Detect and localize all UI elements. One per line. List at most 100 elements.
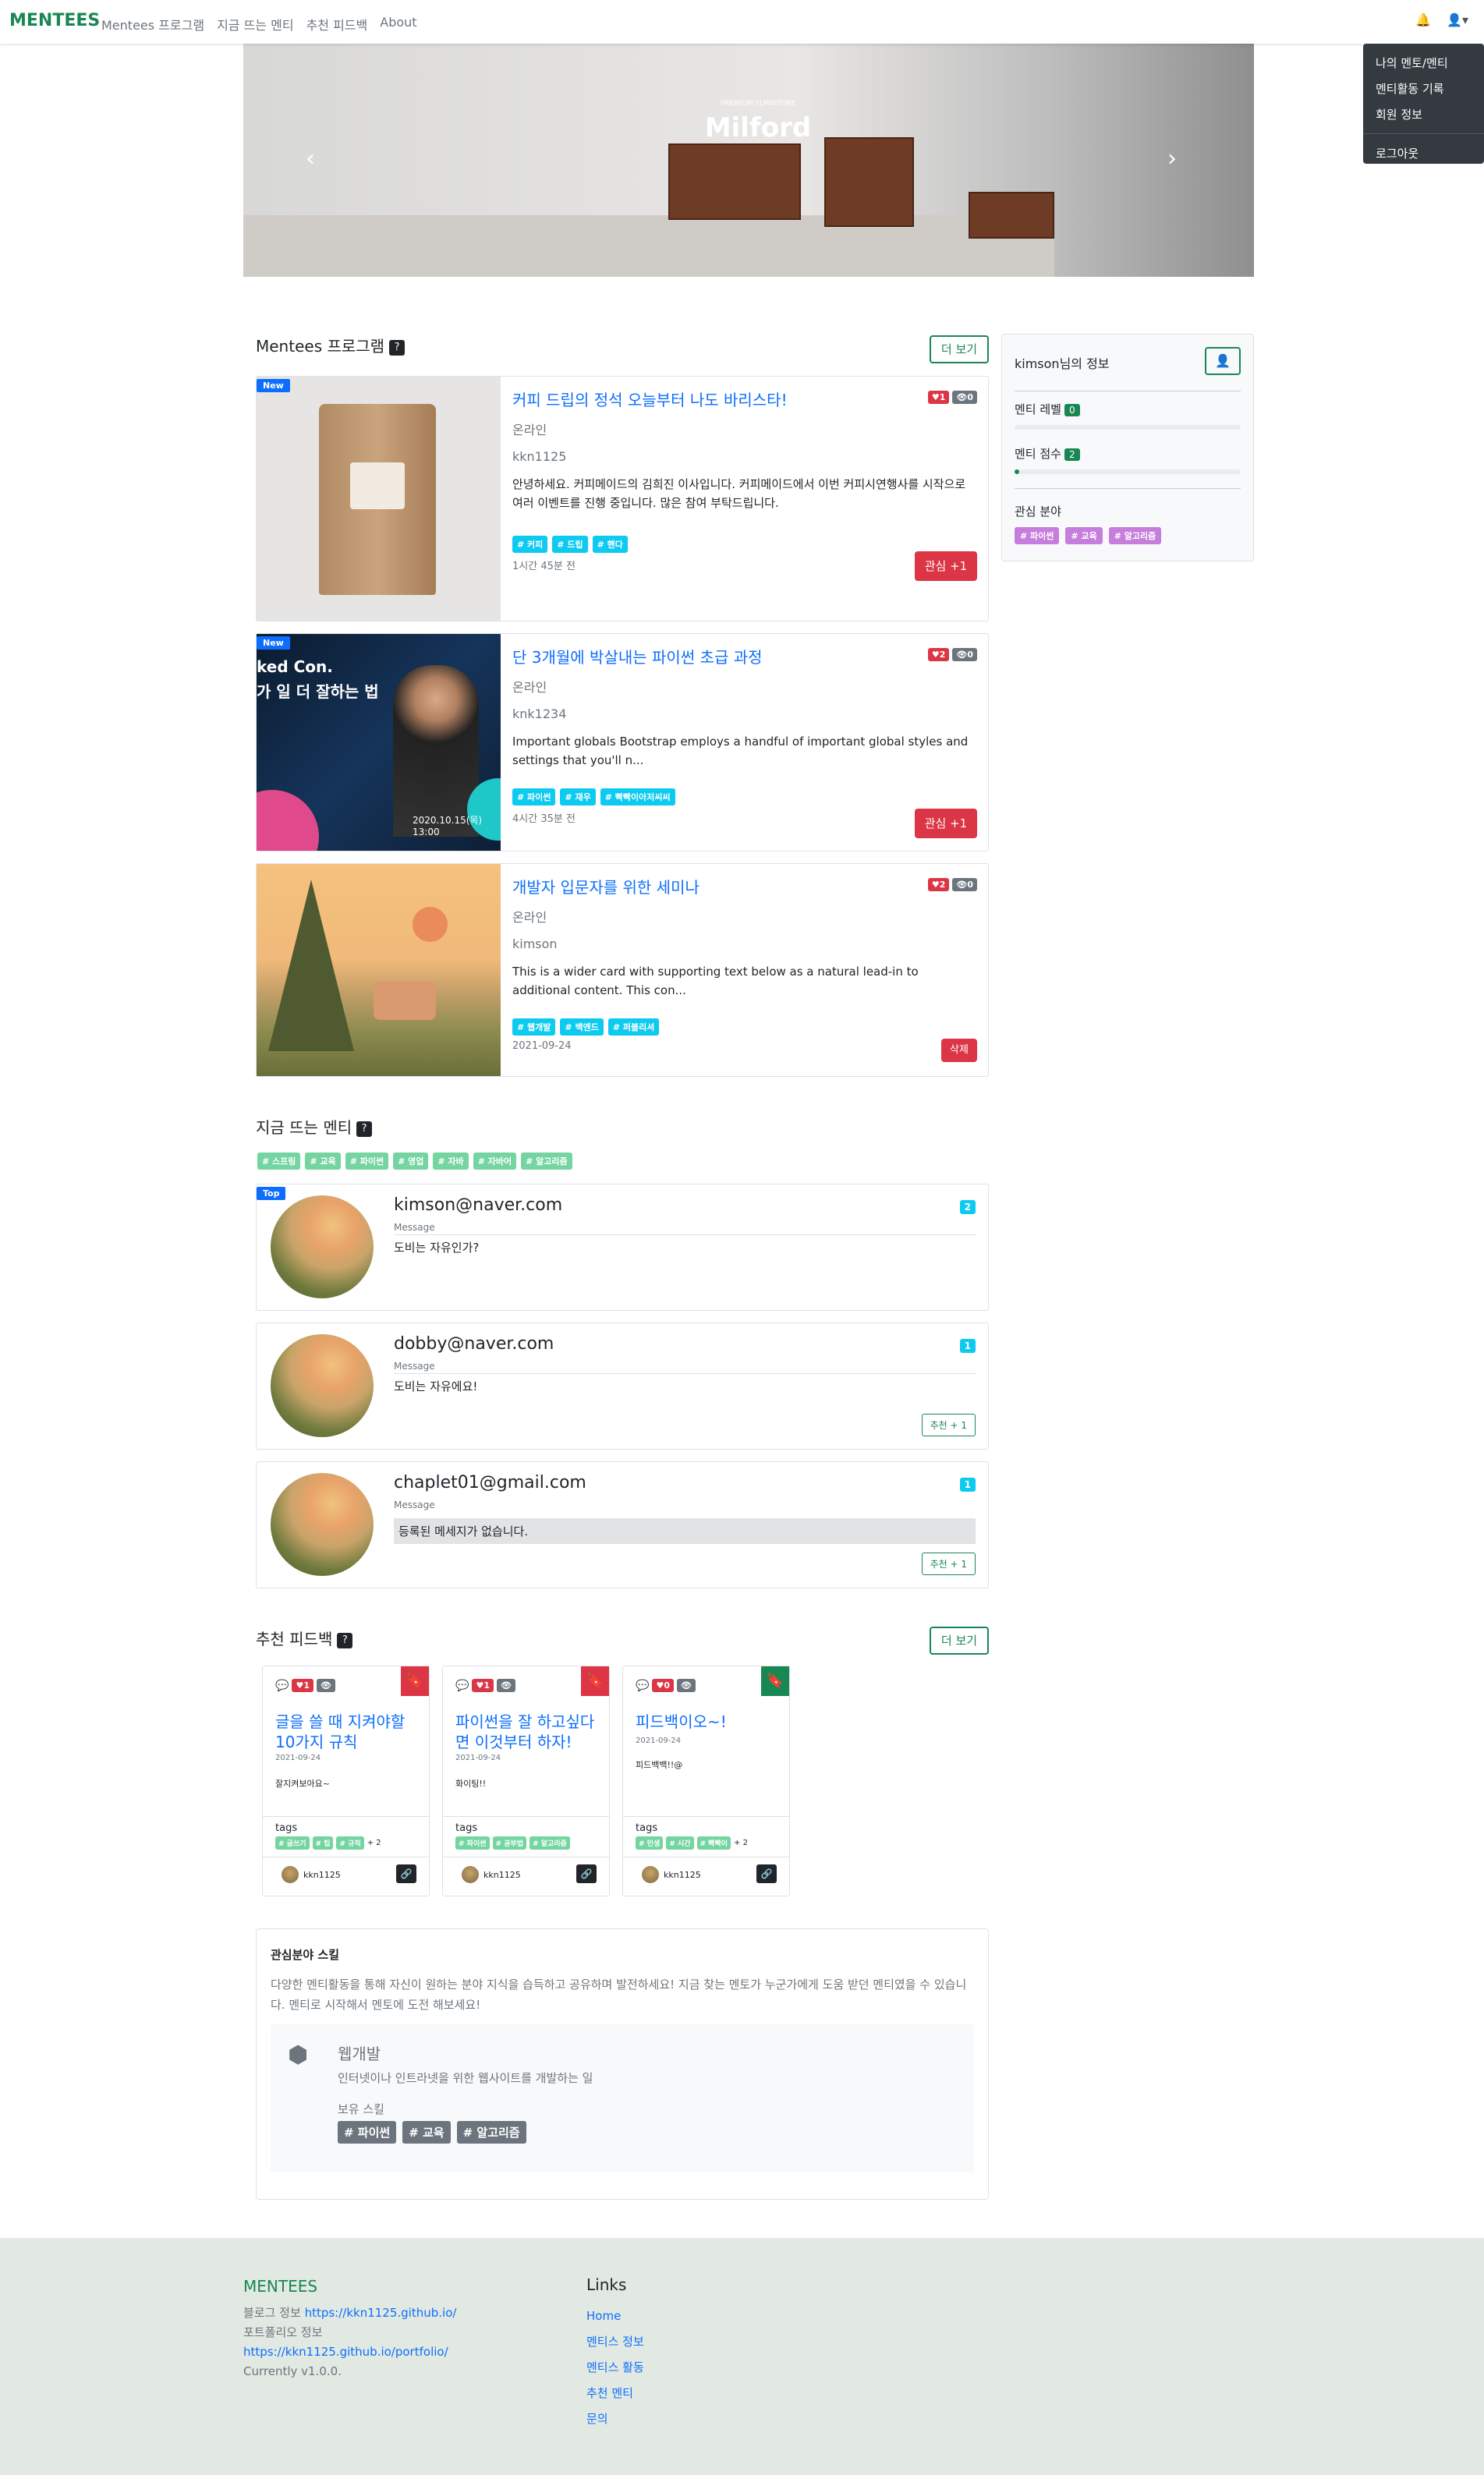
message-divider bbox=[394, 1234, 976, 1235]
program-card[interactable]: New ♥1 👁0 커피 드립의 정석 오늘부터 나도 바리스타! 온라인 kk… bbox=[256, 376, 989, 621]
program-title[interactable]: 단 3개월에 박살내는 파이썬 초급 과정 bbox=[512, 645, 977, 667]
tag[interactable]: # 커피 bbox=[512, 536, 548, 553]
help-icon[interactable]: ? bbox=[356, 1121, 373, 1137]
menu-item-activity[interactable]: 멘티활동 기록 bbox=[1363, 76, 1484, 101]
program-card[interactable]: ♥2 👁0 개발자 입문자를 위한 세미나 온라인 kimson This is… bbox=[256, 863, 989, 1077]
message-label: Message bbox=[394, 1500, 435, 1510]
tag[interactable]: # 글쓰기 bbox=[275, 1836, 310, 1850]
program-mode: 온라인 bbox=[512, 910, 547, 925]
tag[interactable]: # 인생 bbox=[636, 1836, 664, 1850]
program-title[interactable]: 개발자 입문자를 위한 세미나 bbox=[512, 875, 977, 898]
mentee-card[interactable]: Top kimson@naver.com Message 도비는 자유인가? 2 bbox=[256, 1184, 989, 1311]
help-icon[interactable]: ? bbox=[389, 339, 406, 356]
bell-icon[interactable]: 🔔 bbox=[1415, 12, 1431, 27]
filter-tag[interactable]: # 영업 bbox=[393, 1153, 429, 1170]
link-icon[interactable]: 🔗 bbox=[396, 1864, 416, 1883]
nav-link-feedback[interactable]: 추천 피드백 bbox=[306, 15, 368, 34]
bookmark-icon[interactable]: 🔖 bbox=[401, 1666, 429, 1696]
program-card[interactable]: New ked Con. 가 일 더 잘하는 법 2020.10.15(목) 1… bbox=[256, 633, 989, 852]
mentee-card[interactable]: dobby@naver.com Message 도비는 자유에요! 1 추천 +… bbox=[256, 1322, 989, 1450]
footer-link-activity[interactable]: 멘티스 활동 bbox=[586, 2355, 644, 2381]
footer-link-info[interactable]: 멘티스 정보 bbox=[586, 2329, 644, 2355]
tag[interactable]: # 규칙 bbox=[336, 1836, 364, 1850]
filter-tag[interactable]: # 파이썬 bbox=[345, 1153, 389, 1170]
mentee-email[interactable]: dobby@naver.com bbox=[394, 1334, 554, 1354]
carousel-next-icon[interactable]: › bbox=[1167, 145, 1177, 172]
tag[interactable]: # 퍼블리셔 bbox=[607, 1018, 660, 1036]
skill-tag[interactable]: # 알고리즘 bbox=[456, 2121, 526, 2144]
tag[interactable]: # 파이썬 bbox=[512, 788, 556, 806]
program-title[interactable]: 커피 드립의 정석 오늘부터 나도 바리스타! bbox=[512, 388, 977, 410]
feedback-card[interactable]: 💬 ♥1 👁 🔖 파이썬을 잘 하고싶다면 이것부터 하자! 2021-09-24 … bbox=[442, 1666, 610, 1896]
mentee-email[interactable]: chaplet01@gmail.com bbox=[394, 1473, 586, 1492]
likes-badge: ♥0 bbox=[652, 1679, 674, 1692]
add-user-button[interactable]: 👤 bbox=[1205, 347, 1241, 375]
bookmark-icon[interactable]: 🔖 bbox=[581, 1666, 609, 1696]
feedback-title-text: 추천 피드백 bbox=[256, 1630, 333, 1648]
tag[interactable]: # 백엔드 bbox=[560, 1018, 604, 1036]
bookmark-icon[interactable]: 🔖 bbox=[761, 1666, 789, 1696]
interest-tag[interactable]: # 파이썬 bbox=[1015, 527, 1060, 544]
image-tree bbox=[268, 880, 354, 1051]
help-icon[interactable]: ? bbox=[337, 1632, 353, 1648]
footer-link-recommend[interactable]: 추천 멘티 bbox=[586, 2381, 644, 2406]
tag[interactable]: # 팁 bbox=[312, 1836, 334, 1850]
feedback-author: kkn1125 bbox=[462, 1866, 521, 1883]
interest-button[interactable]: 관심 +1 bbox=[915, 551, 977, 581]
mentee-card[interactable]: chaplet01@gmail.com Message 등록된 메세지가 없습니… bbox=[256, 1461, 989, 1588]
nav-link-mentees[interactable]: 지금 뜨는 멘티 bbox=[217, 15, 294, 34]
feedback-body: 잘지켜보아요~ bbox=[275, 1779, 330, 1789]
user-menu-icon[interactable]: 👤▾ bbox=[1447, 12, 1468, 27]
tag[interactable]: # 재우 bbox=[560, 788, 596, 806]
interest-tag[interactable]: # 알고리즘 bbox=[1108, 527, 1162, 544]
mentee-email[interactable]: kimson@naver.com bbox=[394, 1195, 562, 1215]
tag[interactable]: # 파이썬 bbox=[455, 1836, 490, 1850]
filter-tag[interactable]: # 자바 bbox=[433, 1153, 469, 1170]
feedback-title[interactable]: 글을 쓸 때 지켜야할 10가지 규칙 bbox=[275, 1712, 416, 1752]
likes-badge: ♥1 bbox=[292, 1679, 313, 1692]
tag[interactable]: # 빡빡이아저씨씨 bbox=[600, 788, 675, 806]
hero-carousel: PREMIUM FURNITURE Milford ‹ › bbox=[243, 44, 1254, 277]
blog-link[interactable]: https://kkn1125.github.io/ bbox=[305, 2306, 457, 2320]
filter-tag[interactable]: # 자바어 bbox=[473, 1153, 517, 1170]
footer-link-contact[interactable]: 문의 bbox=[586, 2406, 644, 2432]
portfolio-link[interactable]: https://kkn1125.github.io/portfolio/ bbox=[243, 2345, 448, 2359]
footer-link-home[interactable]: Home bbox=[586, 2303, 644, 2329]
skill-tag[interactable]: # 교육 bbox=[402, 2121, 451, 2144]
tag[interactable]: # 빡빡이 bbox=[696, 1836, 731, 1850]
banner-cabinet bbox=[969, 192, 1054, 239]
feedback-title[interactable]: 파이썬을 잘 하고싶다면 이것부터 하자! bbox=[455, 1712, 597, 1752]
nav-link-about[interactable]: About bbox=[380, 15, 416, 34]
delete-button[interactable]: 삭제 bbox=[941, 1039, 977, 1062]
interest-button[interactable]: 관심 +1 bbox=[915, 809, 977, 838]
menu-item-logout[interactable]: 로그아웃 bbox=[1363, 140, 1484, 166]
skill-tag[interactable]: # 파이썬 bbox=[338, 2121, 397, 2144]
recommend-button[interactable]: 추천 + 1 bbox=[921, 1553, 976, 1575]
tag[interactable]: # 시간 bbox=[666, 1836, 694, 1850]
filter-tag[interactable]: # 교육 bbox=[305, 1153, 341, 1170]
link-icon[interactable]: 🔗 bbox=[576, 1864, 597, 1883]
feedback-card[interactable]: 💬 ♥0 👁 🔖 피드백이오~! 2021-09-24 피드백백!!@ tags #… bbox=[622, 1666, 790, 1896]
menu-item-my-mentor[interactable]: 나의 멘토/멘티 bbox=[1363, 50, 1484, 76]
tag[interactable]: # 핸다 bbox=[592, 536, 628, 553]
brand-logo[interactable]: MENTEES bbox=[9, 11, 100, 30]
filter-tag[interactable]: # 알고리즘 bbox=[521, 1153, 572, 1170]
tag[interactable]: # 웹개발 bbox=[512, 1018, 556, 1036]
feedback-more-button[interactable]: 더 보기 bbox=[930, 1627, 989, 1655]
new-badge: New bbox=[257, 379, 290, 392]
tag[interactable]: # 공부법 bbox=[492, 1836, 527, 1850]
feedback-title[interactable]: 피드백이오~! bbox=[636, 1712, 777, 1732]
tag[interactable]: # 드립 bbox=[552, 536, 588, 553]
feedback-card[interactable]: 💬 ♥1 👁 🔖 글을 쓸 때 지켜야할 10가지 규칙 2021-09-24 잘지… bbox=[262, 1666, 430, 1896]
nav-link-programs[interactable]: Mentees 프로그램 bbox=[101, 15, 204, 34]
programs-more-button[interactable]: 더 보기 bbox=[930, 335, 989, 363]
link-icon[interactable]: 🔗 bbox=[756, 1864, 777, 1883]
nav-icons: 🔔 👤▾ bbox=[1415, 12, 1468, 27]
filter-tag[interactable]: # 스프링 bbox=[257, 1153, 301, 1170]
interest-tag[interactable]: # 교육 bbox=[1065, 527, 1103, 544]
menu-item-profile[interactable]: 회원 정보 bbox=[1363, 101, 1484, 127]
carousel-prev-icon[interactable]: ‹ bbox=[306, 145, 315, 172]
tag[interactable]: # 알고리즘 bbox=[529, 1836, 570, 1850]
banner-floor bbox=[243, 215, 1054, 277]
recommend-button[interactable]: 추천 + 1 bbox=[921, 1414, 976, 1436]
